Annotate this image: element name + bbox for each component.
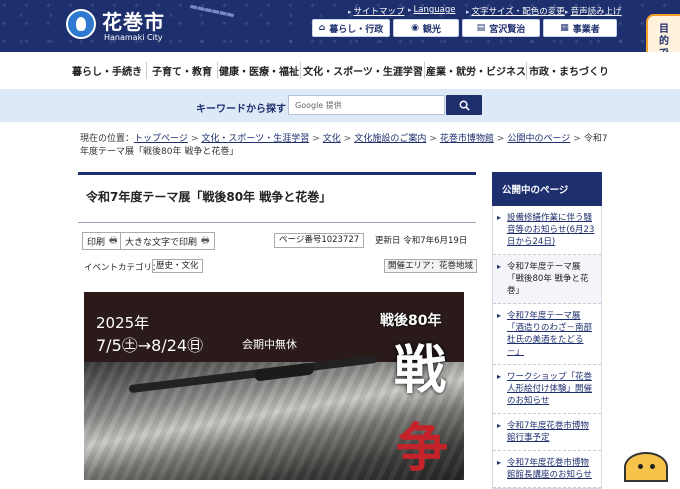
sidebar-item[interactable]: ワークショップ「花巻人形絵付け体験」開催のお知らせ <box>493 365 601 414</box>
nav-industry-business[interactable]: 産業・就労・ビジネス <box>426 52 526 89</box>
poster-tagline: 戦後80年 <box>380 313 442 329</box>
main-nav: 暮らし・手続き 子育て・教育 健康・医療・福祉 文化・スポーツ・生涯学習 産業・… <box>0 52 680 90</box>
sidebar-item[interactable]: 令和7年度花巻市博物館館長講座のお知らせ <box>493 451 601 488</box>
voice-reading-link[interactable]: 音声読み上げ <box>565 5 622 17</box>
breadcrumb-museum[interactable]: 花巻市博物館 <box>440 134 494 144</box>
breadcrumb-culture[interactable]: 文化 <box>323 134 341 144</box>
printer-icon: 🖶 <box>109 236 118 246</box>
building-icon: ▦ <box>560 23 569 33</box>
nav-childcare-education[interactable]: 子育て・教育 <box>148 52 216 89</box>
tourism-button[interactable]: ◉ 観光 <box>393 19 459 37</box>
poster-big-char-2: 争 <box>396 418 449 479</box>
search-input[interactable] <box>288 95 445 115</box>
language-link[interactable]: Language <box>408 5 456 15</box>
search-icon <box>459 100 470 111</box>
nav-living-procedures[interactable]: 暮らし・手続き <box>68 52 146 89</box>
site-header: 花巻市 Hanamaki City ▬▬▬▬▬▬ サイトマップ Language… <box>0 0 680 52</box>
site-subtitle: Hanamaki City <box>104 33 163 42</box>
title-bottom-rule <box>78 222 476 223</box>
lifestyle-admin-button[interactable]: ⌂ 暮らし・行政 <box>312 19 390 37</box>
poster-big-char-1: 戦 <box>394 340 447 401</box>
print-button[interactable]: 印刷 🖶 <box>82 232 123 250</box>
nav-divider <box>300 62 301 79</box>
nav-divider <box>526 62 527 79</box>
text-size-color-link[interactable]: 文字サイズ・配色の変更 <box>466 5 565 17</box>
breadcrumb-separator: > <box>573 134 581 144</box>
mascot-character-icon[interactable] <box>624 452 668 482</box>
breadcrumb: 現在の位置：トップページ > 文化・スポーツ・生涯学習 > 文化 > 文化施設のご案内 > 花巻… <box>80 133 610 159</box>
breadcrumb-open-pages[interactable]: 公開中のページ <box>507 134 570 144</box>
train-illustration-icon: ▬▬▬▬▬▬ <box>188 1 235 21</box>
breadcrumb-facilities[interactable]: 文化施設のご案内 <box>354 134 426 144</box>
updated-date: 更新日 令和7年6月19日 <box>375 236 468 246</box>
nav-divider <box>424 62 425 79</box>
mascot-eye <box>638 464 643 469</box>
exhibition-poster: 2025年 7/5㊏→8/24㊐ 会期中無休 戦後80年 戦 争 <box>84 292 464 480</box>
sidebar-item-current: 令和7年度テーマ展「戦後80年 戦争と花巻」 <box>493 255 601 304</box>
poster-year: 2025年 <box>96 314 150 332</box>
logo-mark <box>76 17 86 31</box>
book-icon: ▤ <box>476 23 486 33</box>
page-title: 令和7年度テーマ展「戦後80年 戦争と花巻」 <box>86 190 332 204</box>
house-icon: ⌂ <box>318 23 326 33</box>
site-title[interactable]: 花巻市 <box>102 6 165 35</box>
event-category-label: イベントカテゴリ： <box>84 263 161 273</box>
large-print-button[interactable]: 大きな文字で印刷 🖶 <box>120 232 215 250</box>
breadcrumb-separator: > <box>496 134 505 144</box>
nav-culture-sports[interactable]: 文化・スポーツ・生涯学習 <box>302 52 424 89</box>
business-button[interactable]: ▦ 事業者 <box>543 19 617 37</box>
camera-icon: ◉ <box>411 23 419 33</box>
city-logo-icon[interactable] <box>66 9 96 39</box>
search-button[interactable] <box>446 95 482 115</box>
miyazawa-kenji-button[interactable]: ▤ 宮沢賢治 <box>462 19 540 37</box>
nav-divider <box>217 62 218 79</box>
nav-health-welfare[interactable]: 健康・医療・福祉 <box>219 52 299 89</box>
keyword-search-band: キーワードから探す <box>0 89 680 122</box>
breadcrumb-separator: > <box>343 134 352 144</box>
mascot-eye <box>650 464 655 469</box>
breadcrumb-separator: > <box>429 134 437 144</box>
breadcrumb-top[interactable]: トップページ <box>134 134 188 144</box>
area-tag: 開催エリア：花巻地域 <box>384 259 478 273</box>
sidebar-heading: 公開中のページ <box>492 172 602 206</box>
page-number: ページ番号1023727 <box>274 233 365 248</box>
sidebar-list: 設備修繕作業に伴う騒音等のお知らせ(6月23日から24日) 令和7年度テーマ展「… <box>492 206 602 489</box>
poster-open-note: 会期中無休 <box>242 338 297 351</box>
keyword-search-label: キーワードから探す <box>196 104 286 115</box>
printer-icon: 🖶 <box>201 236 210 246</box>
nav-city-planning[interactable]: 市政・まちづくり <box>528 52 610 89</box>
sidebar-item[interactable]: 令和7年度テーマ展「酒造りのわざ－南部杜氏の美酒をたどる－」 <box>493 304 601 365</box>
breadcrumb-prefix: 現在の位置： <box>80 134 135 144</box>
breadcrumb-culture-sports[interactable]: 文化・スポーツ・生涯学習 <box>201 134 309 144</box>
sitemap-link[interactable]: サイトマップ <box>348 5 405 17</box>
sidebar-item[interactable]: 設備修繕作業に伴う騒音等のお知らせ(6月23日から24日) <box>493 206 601 255</box>
title-top-rule <box>78 172 476 175</box>
nav-divider <box>146 62 147 79</box>
breadcrumb-separator: > <box>312 134 320 144</box>
breadcrumb-separator: > <box>190 134 199 144</box>
poster-dates: 7/5㊏→8/24㊐ <box>96 336 204 355</box>
sidebar-item[interactable]: 令和7年度花巻市博物館行事予定 <box>493 414 601 451</box>
category-tag-history-culture[interactable]: 歴史・文化 <box>152 259 203 273</box>
